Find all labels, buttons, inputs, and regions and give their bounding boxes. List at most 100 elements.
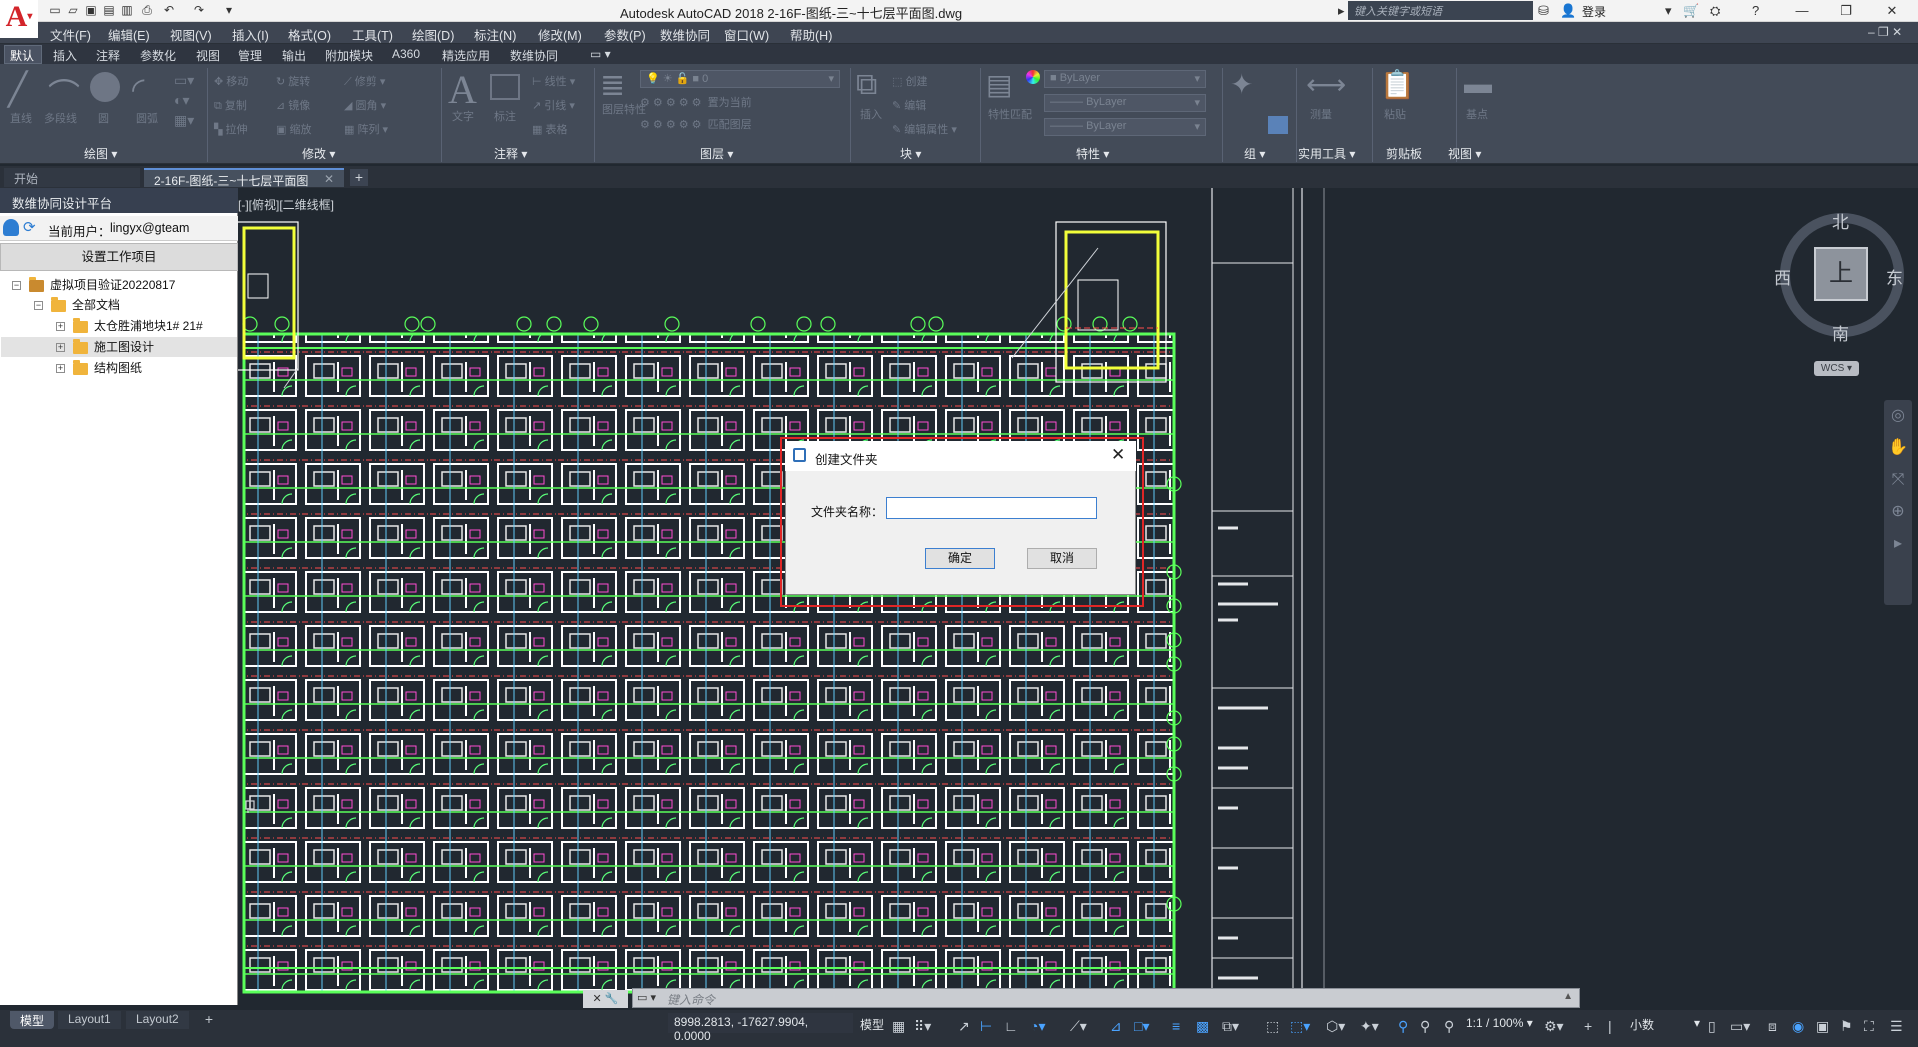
menu-view[interactable]: 视图(V) (170, 25, 212, 44)
polar-tracking-icon[interactable]: ◔▾ (1030, 1018, 1045, 1035)
layout-tab-model[interactable]: 模型 (10, 1011, 55, 1029)
panel-title-draw[interactable]: 绘图 ▾ (84, 145, 117, 162)
compass-north[interactable]: 北 (1832, 208, 1849, 233)
paste-icon[interactable]: 📋 (1380, 68, 1415, 101)
command-line[interactable]: ▭ ▾ 键入命令 ▲ (632, 988, 1580, 1008)
group-select-icon[interactable] (1268, 116, 1288, 134)
array-button[interactable]: ▦ 阵列 ▾ (344, 118, 388, 142)
menu-dimension[interactable]: 标注(N) (474, 25, 516, 44)
ok-button[interactable]: 确定 (925, 548, 995, 569)
insert-block-icon[interactable]: ⧉ (856, 68, 877, 102)
panel-title-view[interactable]: 视图 ▾ (1448, 145, 1481, 162)
expand-icon[interactable]: + (56, 343, 65, 353)
stretch-button[interactable]: ▚ 拉伸 (214, 118, 248, 142)
tab-output[interactable]: 输出 (282, 47, 306, 64)
measure-icon[interactable]: ⟷ (1306, 68, 1346, 101)
transparency-icon[interactable]: ▩ (1196, 1018, 1209, 1035)
arc-icon[interactable]: ◜ (132, 70, 144, 108)
isolate-objects-icon[interactable]: ⧈ (1768, 1018, 1777, 1035)
panel-title-block[interactable]: 块 ▾ (900, 145, 921, 162)
tree-folder-3[interactable]: + 结构图纸 (56, 359, 142, 377)
command-line-controls[interactable]: ✕ 🔧 (583, 990, 628, 1008)
copy-button[interactable]: ⧉ 复制 (214, 94, 247, 118)
tab-a360[interactable]: A360 (392, 47, 420, 61)
new-tab-button[interactable]: + (350, 169, 368, 186)
tab-insert[interactable]: 插入 (53, 47, 77, 64)
3d-osnap-icon[interactable]: ⬚ (1266, 1018, 1279, 1035)
open-file-icon[interactable]: ▱ (66, 3, 80, 17)
trim-button[interactable]: ⟋ 修剪 ▾ (344, 70, 385, 94)
units-dropdown[interactable]: 小数 ▾ (1630, 1016, 1700, 1033)
add-layout-button[interactable]: + (200, 1011, 218, 1029)
isodraft-icon[interactable]: ⟋▾ (1070, 1018, 1087, 1035)
menu-insert[interactable]: 插入(I) (232, 25, 269, 44)
circle-icon[interactable] (90, 72, 120, 102)
save-icon[interactable]: ▤ (102, 3, 116, 17)
doc-window-controls[interactable]: – ❐ ✕ (1868, 25, 1902, 39)
coordinates-display[interactable]: 8998.2813, -17627.9904, 0.0000 (668, 1013, 853, 1043)
dialog-close-icon[interactable]: ✕ (1111, 445, 1125, 465)
compass-east[interactable]: 东 (1886, 264, 1903, 289)
snap-icon[interactable]: ⠿▾ (914, 1018, 931, 1035)
viewcube-top-face[interactable]: 上 (1814, 247, 1868, 301)
lineweight-icon[interactable]: ≡ (1172, 1018, 1180, 1034)
rotate-button[interactable]: ↻ 旋转 (276, 70, 310, 94)
lineweight-dropdown[interactable]: ——— ByLayer ▾ (1044, 118, 1206, 136)
redo-icon[interactable]: ↷ (192, 3, 206, 17)
fullscreen-icon[interactable]: ⛶ (1864, 1018, 1874, 1035)
layout-tab-layout2[interactable]: Layout2 (126, 1011, 189, 1029)
setup-work-project-button[interactable]: 设置工作项目 (0, 243, 238, 271)
object-snap-icon[interactable]: □▾ (1134, 1018, 1149, 1035)
menu-window[interactable]: 窗口(W) (724, 25, 769, 44)
lock-ui-icon[interactable]: ▭▾ (1730, 1018, 1750, 1035)
menu-modify[interactable]: 修改(M) (538, 25, 582, 44)
move-button[interactable]: ✥ 移动 (214, 70, 248, 94)
match-properties-icon[interactable]: ▤ (986, 68, 1012, 101)
gizmo-icon[interactable]: ✦▾ (1360, 1018, 1379, 1035)
dimension-tool-icon[interactable] (490, 74, 520, 100)
viewport-controls-label[interactable]: [-][俯视][二维线框] (238, 196, 335, 213)
command-input-placeholder[interactable]: 键入命令 (667, 991, 715, 1008)
save-as-icon[interactable]: ▥ (120, 3, 134, 17)
group-icon[interactable]: ✦ (1230, 68, 1253, 101)
color-dropdown[interactable]: ■ ByLayer ▾ (1044, 70, 1206, 88)
annotation-monitor-icon[interactable]: + (1584, 1018, 1592, 1034)
panel-title-modify[interactable]: 修改 ▾ (302, 145, 335, 162)
a360-icon[interactable]: ⛭ (1710, 3, 1720, 19)
collapse-icon[interactable]: − (12, 281, 21, 291)
cancel-button[interactable]: 取消 (1027, 548, 1097, 569)
tab-view[interactable]: 视图 (196, 47, 220, 64)
dynamic-input-icon[interactable]: ⊢ (980, 1018, 992, 1035)
refresh-icon[interactable]: ⟳ (23, 218, 36, 236)
model-space-toggle[interactable]: 模型 (860, 1016, 884, 1033)
open-folder-icon[interactable]: ▣ (84, 3, 98, 17)
undo-icon[interactable]: ↶ (162, 3, 176, 17)
tree-all-documents[interactable]: − 全部文档 (34, 296, 120, 314)
collapse-icon[interactable]: − (34, 301, 43, 311)
layer-tools-row-2[interactable]: ⚙ ⚙ ⚙ ⚙ ⚙ 匹配图层 (640, 116, 752, 132)
linetype-dropdown[interactable]: ——— ByLayer ▾ (1044, 94, 1206, 112)
qat-customize-icon[interactable]: ▾ (222, 3, 236, 17)
layer-dropdown[interactable]: 💡 ☀ 🔓 ■ 0 ▾ (640, 70, 840, 88)
menu-draw[interactable]: 绘图(D) (412, 25, 454, 44)
dynamic-ucs-icon[interactable]: ⬚▾ (1290, 1018, 1310, 1035)
menu-parametric[interactable]: 参数(P) (604, 25, 646, 44)
draw-small-tools[interactable]: ▭▾ ◐▾ ▦▾ (174, 70, 194, 130)
close-window-button[interactable]: ✕ (1872, 0, 1912, 22)
hardware-acceleration-icon[interactable]: ◉ (1792, 1018, 1804, 1035)
close-tab-icon[interactable]: ✕ (324, 172, 334, 186)
restore-window-button[interactable]: ❐ (1826, 0, 1866, 22)
infer-constraints-icon[interactable]: ↗ (958, 1018, 970, 1035)
grid-icon[interactable]: ▦ (892, 1018, 905, 1035)
menu-collab[interactable]: 数维协同 (660, 25, 710, 44)
autoscale-icon[interactable]: ⚲ (1420, 1018, 1430, 1035)
chevron-down-icon[interactable]: ▾ (1665, 3, 1672, 19)
panel-title-utilities[interactable]: 实用工具 ▾ (1298, 145, 1355, 162)
fillet-button[interactable]: ◢ 圆角 ▾ (344, 94, 386, 118)
clean-screen-icon[interactable]: ▣ (1816, 1018, 1829, 1035)
menu-file[interactable]: 文件(F) (50, 25, 91, 44)
annotation-visibility-icon[interactable]: ⚲ (1398, 1018, 1408, 1035)
selection-cycling-icon[interactable]: ⧉▾ (1222, 1018, 1239, 1035)
selection-filter-icon[interactable]: ⬡▾ (1326, 1018, 1345, 1035)
base-point-icon[interactable]: ▬ (1464, 68, 1492, 100)
